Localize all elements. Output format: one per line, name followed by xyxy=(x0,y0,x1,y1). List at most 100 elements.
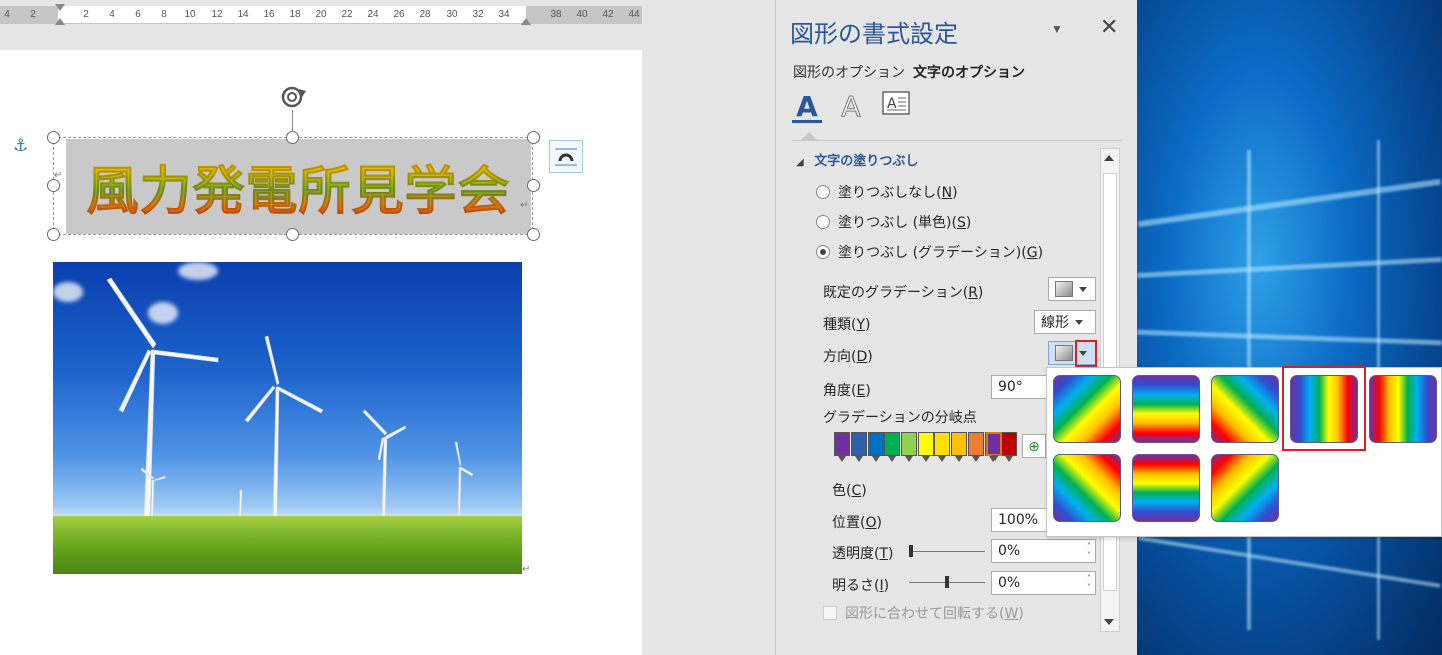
gradient-stop-selected[interactable] xyxy=(986,432,1002,461)
brightness-input[interactable]: 0% ˄ ˅ xyxy=(991,571,1096,595)
layout-options-icon xyxy=(555,148,577,166)
ruler-tick-label: 20 xyxy=(315,9,327,20)
tab-text-options[interactable]: 文字のオプション xyxy=(913,62,1025,82)
tab-divider xyxy=(792,140,1122,141)
gradient-stop[interactable] xyxy=(1001,432,1017,462)
indent-marker-bottom[interactable] xyxy=(55,18,65,25)
highlight-box-selected-direction xyxy=(1282,366,1366,451)
gradient-stops-bar[interactable] xyxy=(834,432,1017,462)
gradient-stop[interactable] xyxy=(918,432,934,462)
ruler-tick-label: 2 xyxy=(83,9,89,20)
gradient-stops-label: グラデーションの分岐点 xyxy=(823,410,977,426)
fill-option-none[interactable]: 塗りつぶしなし(N) xyxy=(816,182,958,202)
document-area: 4 2 2 4 6 8 10 12 14 16 18 20 22 24 26 28 30 32 34 38 40 42 44… xyxy=(0,0,775,655)
text-fill-icon[interactable]: A xyxy=(790,90,824,124)
gradient-direction-option[interactable] xyxy=(1211,375,1279,443)
gradient-direction-option[interactable] xyxy=(1132,375,1200,443)
gradient-stop[interactable] xyxy=(851,432,867,462)
resize-handle-sw[interactable] xyxy=(47,228,60,241)
text-outline-icon[interactable]: A xyxy=(834,90,868,124)
resize-handle-nw[interactable] xyxy=(47,131,60,144)
brightness-slider-thumb[interactable] xyxy=(945,576,949,588)
resize-handle-s[interactable] xyxy=(286,228,299,241)
position-input[interactable]: 100% xyxy=(991,508,1051,532)
section-text-fill[interactable]: ◢ 文字の塗りつぶし xyxy=(796,150,918,169)
text-box-icon[interactable]: A xyxy=(879,90,913,124)
anchor-icon[interactable]: ⚓ xyxy=(13,136,28,156)
resize-handle-se[interactable] xyxy=(527,228,540,241)
spinner-arrows-icon[interactable]: ˄ ˅ xyxy=(1087,574,1091,592)
resize-handle-w[interactable] xyxy=(47,179,60,192)
gradient-direction-option[interactable] xyxy=(1132,454,1200,522)
gradient-direction-option[interactable] xyxy=(1369,375,1437,443)
type-label: 種類(Y) xyxy=(823,317,871,333)
ruler-tick-label: 34 xyxy=(498,9,510,20)
highlight-box-direction-caret xyxy=(1075,340,1097,367)
wordart-shape[interactable]: 風力発電所見学会 xyxy=(66,139,531,234)
angle-label: 角度(E) xyxy=(823,383,871,399)
transparency-slider[interactable] xyxy=(909,551,985,552)
paragraph-mark: ↵ xyxy=(520,200,529,211)
gradient-stop[interactable] xyxy=(968,432,984,462)
ruler-tick-label: 38 xyxy=(550,9,562,20)
close-icon[interactable]: ✕ xyxy=(1100,14,1118,40)
gradient-swatch-icon xyxy=(1055,281,1073,297)
type-dropdown[interactable]: 線形 xyxy=(1034,310,1096,334)
scroll-up-icon[interactable] xyxy=(1104,155,1114,161)
pane-options-chevron-down-icon[interactable]: ▼ xyxy=(1051,22,1063,36)
gradient-stop[interactable] xyxy=(934,432,950,462)
brightness-value: 0% xyxy=(998,575,1021,591)
gradient-stop[interactable] xyxy=(901,432,917,462)
right-indent-marker[interactable] xyxy=(521,18,531,25)
section-title: 文字の塗りつぶし xyxy=(814,154,919,169)
light-beam xyxy=(1137,329,1442,346)
checkbox[interactable] xyxy=(823,606,837,620)
rotate-with-shape-option[interactable]: 図形に合わせて回転する(W) xyxy=(823,603,1024,623)
angle-value: 90° xyxy=(998,379,1023,395)
gradient-direction-option[interactable] xyxy=(1053,454,1121,522)
direction-gallery[interactable] xyxy=(1046,367,1442,537)
preset-gradient-dropdown[interactable] xyxy=(1048,277,1096,301)
fill-option-gradient[interactable]: 塗りつぶし (グラデーション)(G) xyxy=(816,242,1043,262)
resize-handle-e[interactable] xyxy=(527,179,540,192)
resize-handle-n[interactable] xyxy=(286,131,299,144)
tab-caret xyxy=(801,132,817,140)
grass-field xyxy=(53,516,522,574)
active-icon-tab-underline xyxy=(792,120,822,123)
radio-button[interactable] xyxy=(816,215,830,229)
ruler-tick-label: 16 xyxy=(263,9,275,20)
position-value: 100% xyxy=(998,512,1039,528)
ruler-tick-label: 6 xyxy=(135,9,141,20)
indent-marker-top[interactable] xyxy=(55,4,65,11)
wordart-text[interactable]: 風力発電所見学会 xyxy=(86,149,510,224)
ruler-tick-label: 4 xyxy=(4,9,10,20)
gradient-stop[interactable] xyxy=(834,432,850,462)
format-shape-pane: 図形の書式設定 ▼ ✕ 図形のオプション 文字のオプション A A A ◢ 文字… xyxy=(775,0,1137,655)
gradient-direction-option[interactable] xyxy=(1211,454,1279,522)
resize-handle-ne[interactable] xyxy=(527,131,540,144)
light-beam xyxy=(1138,536,1441,588)
ruler-tick-label: 10 xyxy=(184,9,196,20)
radio-button-checked[interactable] xyxy=(816,245,830,259)
gradient-stop[interactable] xyxy=(884,432,900,462)
gradient-direction-option[interactable] xyxy=(1053,375,1121,443)
pane-title: 図形の書式設定 xyxy=(790,20,958,48)
add-gradient-stop-button[interactable]: ⊕ xyxy=(1022,434,1046,458)
ruler-tick-label: 30 xyxy=(446,9,458,20)
fill-option-solid[interactable]: 塗りつぶし (単色)(S) xyxy=(816,212,971,232)
gradient-stop[interactable] xyxy=(868,432,884,462)
ruler-tick-label: 26 xyxy=(393,9,405,20)
gradient-stop[interactable] xyxy=(951,432,967,462)
layout-options-button[interactable] xyxy=(549,140,583,173)
scroll-down-icon[interactable] xyxy=(1104,619,1114,625)
tab-shape-options[interactable]: 図形のオプション xyxy=(793,62,905,82)
transparency-input[interactable]: 0% ˄ ˅ xyxy=(991,539,1096,563)
spinner-arrows-icon[interactable]: ˄ ˅ xyxy=(1087,542,1091,560)
radio-button[interactable] xyxy=(816,185,830,199)
horizontal-ruler[interactable]: 4 2 2 4 6 8 10 12 14 16 18 20 22 24 26 28 30 32 34 38 40 42 44 xyxy=(0,4,642,25)
transparency-slider-thumb[interactable] xyxy=(909,545,913,557)
ruler-tick-label: 22 xyxy=(341,9,353,20)
wind-turbine-photo[interactable] xyxy=(53,262,522,574)
angle-input[interactable]: 90° xyxy=(991,375,1051,399)
rotate-handle-icon[interactable] xyxy=(278,82,310,110)
